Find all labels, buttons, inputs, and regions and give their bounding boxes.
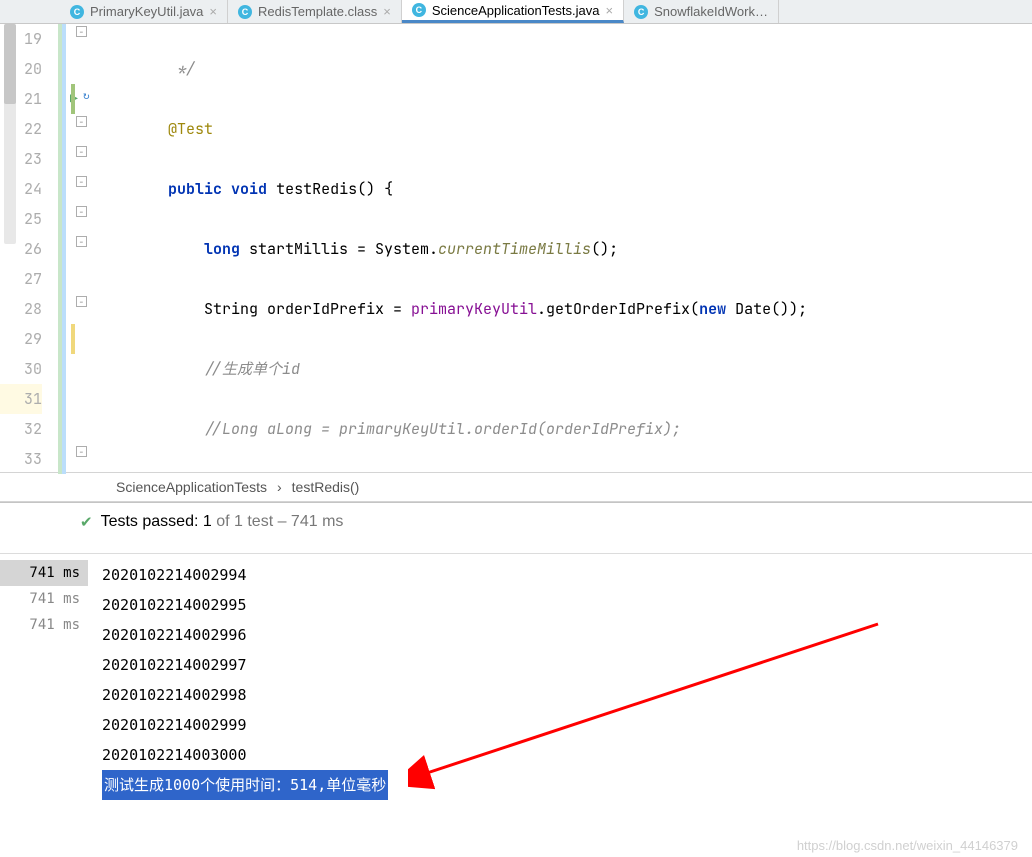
breadcrumb-separator: ›	[277, 479, 282, 495]
tab-snowflakeidwork[interactable]: C SnowflakeIdWork…	[624, 0, 779, 23]
tab-label: PrimaryKeyUtil.java	[90, 4, 203, 19]
console-line: 2020102214002996	[102, 620, 1032, 650]
code-text: void	[231, 179, 267, 199]
java-class-icon: C	[238, 5, 252, 19]
fold-collapse-icon[interactable]: −	[76, 206, 87, 217]
breadcrumb-class[interactable]: ScienceApplicationTests	[116, 479, 267, 495]
code-text: public	[168, 179, 222, 199]
code-text: testRedis() {	[276, 179, 393, 199]
status-suffix: of 1 test – 741 ms	[216, 513, 343, 530]
editor-tabs: C PrimaryKeyUtil.java × C RedisTemplate.cla…	[0, 0, 1032, 24]
fold-collapse-icon[interactable]: −	[76, 116, 87, 127]
console-line: 2020102214002995	[102, 590, 1032, 620]
close-icon[interactable]: ×	[383, 4, 391, 19]
tab-redistemplate[interactable]: C RedisTemplate.class ×	[228, 0, 402, 23]
code-text: new	[699, 299, 726, 319]
run-tool-window: ✔ Tests passed: 1 of 1 test – 741 ms 741…	[0, 502, 1032, 857]
java-class-icon: C	[412, 3, 426, 17]
tab-label: RedisTemplate.class	[258, 4, 377, 19]
fold-collapse-icon[interactable]: −	[76, 296, 87, 307]
code-text: Date());	[726, 299, 807, 319]
test-tree-row[interactable]: 741 ms	[0, 612, 88, 638]
watermark: https://blog.csdn.net/weixin_44146379	[797, 838, 1018, 853]
tab-label: SnowflakeIdWork…	[654, 4, 768, 19]
close-icon[interactable]: ×	[605, 3, 613, 18]
code-text: currentTimeMillis	[438, 239, 591, 259]
breadcrumb-method[interactable]: testRedis()	[292, 479, 360, 495]
check-icon: ✔	[80, 513, 93, 531]
code-editor[interactable]: 192021222324252627282930313233 ▶ ↻ − − −…	[0, 24, 1032, 472]
test-tree[interactable]: 741 ms 741 ms 741 ms	[0, 554, 88, 857]
tab-scienceapplicationtests[interactable]: C ScienceApplicationTests.java ×	[402, 0, 624, 23]
fold-collapse-icon[interactable]: −	[76, 236, 87, 247]
java-class-icon: C	[70, 5, 84, 19]
status-count: 1	[203, 513, 212, 530]
code-text: //Long aLong = primaryKeyUtil.orderId(or…	[204, 419, 681, 439]
code-text: @Test	[168, 119, 213, 139]
tab-label: ScienceApplicationTests.java	[432, 3, 600, 18]
console-line: 2020102214002999	[102, 710, 1032, 740]
console-line: 2020102214002994	[102, 560, 1032, 590]
fold-collapse-icon[interactable]: −	[76, 446, 87, 457]
fold-gutter: ▶ ↻ − − − − − − − −	[56, 24, 94, 472]
close-icon[interactable]: ×	[209, 4, 217, 19]
fold-collapse-icon[interactable]: −	[76, 146, 87, 157]
rerun-gutter-icon[interactable]: ↻	[83, 89, 90, 103]
code-text: */	[96, 59, 195, 79]
editor-scrollbar-thumb[interactable]	[4, 24, 16, 104]
java-class-icon: C	[634, 5, 648, 19]
code-text: long	[204, 239, 240, 259]
code-text: ();	[591, 239, 618, 259]
status-prefix: Tests passed:	[101, 513, 199, 530]
fold-collapse-icon[interactable]: −	[76, 26, 87, 37]
console-line: 2020102214002997	[102, 650, 1032, 680]
code-area[interactable]: */ @Test public void testRedis() { long …	[94, 24, 1032, 472]
code-text: String orderIdPrefix =	[204, 299, 411, 319]
console-selected-line: 测试生成1000个使用时间：514,单位毫秒	[102, 770, 388, 800]
code-text: //生成单个id	[204, 359, 300, 379]
code-text: primaryKeyUtil	[411, 299, 537, 319]
console-output[interactable]: 2020102214002994 2020102214002995 202010…	[88, 554, 1032, 857]
console-line: 2020102214003000	[102, 740, 1032, 770]
test-tree-row[interactable]: 741 ms	[0, 560, 88, 586]
console-line: 2020102214002998	[102, 680, 1032, 710]
breadcrumb[interactable]: ScienceApplicationTests › testRedis()	[0, 472, 1032, 502]
vcs-change-marker	[71, 324, 75, 354]
code-text: startMillis = System.	[240, 239, 438, 259]
tab-primarykeyutil[interactable]: C PrimaryKeyUtil.java ×	[60, 0, 228, 23]
vcs-change-marker	[71, 84, 75, 114]
test-status-bar: ✔ Tests passed: 1 of 1 test – 741 ms	[0, 503, 1032, 539]
fold-collapse-icon[interactable]: −	[76, 176, 87, 187]
code-text: .getOrderIdPrefix(	[537, 299, 699, 319]
test-tree-row[interactable]: 741 ms	[0, 586, 88, 612]
